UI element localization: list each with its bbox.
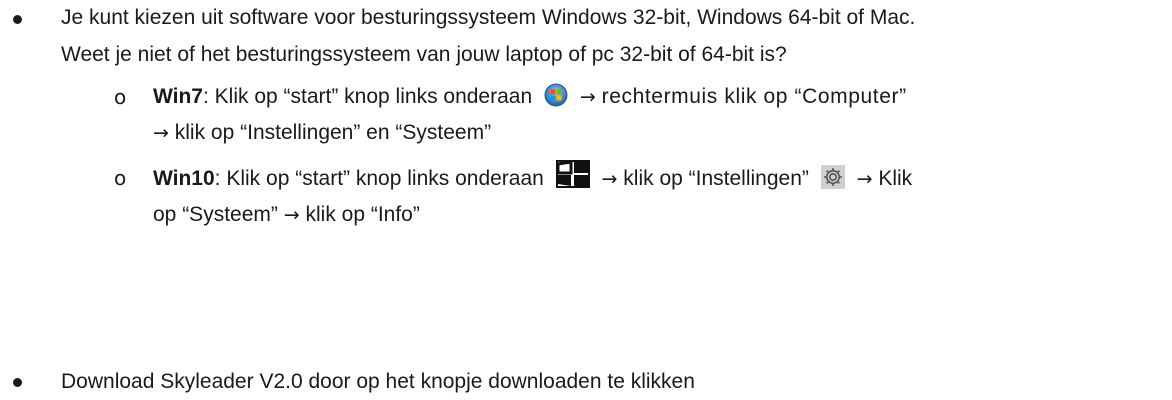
win10-step3: Klik <box>878 167 913 190</box>
bullet-text: Download Skyleader V2.0 door op het knop… <box>61 370 695 393</box>
bullet-text: Weet je niet of het besturingssysteem va… <box>61 43 787 66</box>
win10-step5: klik op “Info” <box>305 203 420 226</box>
arrow-icon: → <box>601 168 618 190</box>
win7-step2: rechtermuis klik op “Computer” <box>601 85 907 108</box>
win7-step3: klik op “Instellingen” en “Systeem” <box>174 121 492 144</box>
gear-icon <box>820 165 845 201</box>
arrow-icon: → <box>579 86 596 108</box>
windows7-start-orb-icon <box>544 83 568 119</box>
win10-instruction: Win10: Klik op “start” knop links ondera… <box>153 160 912 201</box>
bullet-marker <box>13 15 22 24</box>
win7-label: Win7 <box>153 85 203 108</box>
windows10-start-icon <box>555 160 590 200</box>
arrow-icon: → <box>856 168 873 190</box>
win7-instruction-line2: → klik op “Instellingen” en “Systeem” <box>153 115 491 151</box>
win10-step2: klik op “Instellingen” <box>623 167 809 190</box>
win7-instruction: Win7: Klik op “start” knop links onderaa… <box>153 79 907 119</box>
win10-instruction-line2: op “Systeem” → klik op “Info” <box>153 197 420 233</box>
win10-step4: op “Systeem” <box>153 203 278 226</box>
win10-step1: : Klik op “start” knop links onderaan <box>214 167 544 190</box>
sub-bullet-marker: o <box>114 166 127 190</box>
arrow-icon: → <box>153 122 169 144</box>
bullet-marker <box>13 378 22 387</box>
win7-step1: : Klik op “start” knop links onderaan <box>202 85 533 108</box>
sub-bullet-marker: o <box>114 85 127 109</box>
win10-label: Win10 <box>153 167 215 190</box>
arrow-icon: → <box>283 204 300 226</box>
bullet-text: Je kunt kiezen uit software voor besturi… <box>61 6 916 29</box>
